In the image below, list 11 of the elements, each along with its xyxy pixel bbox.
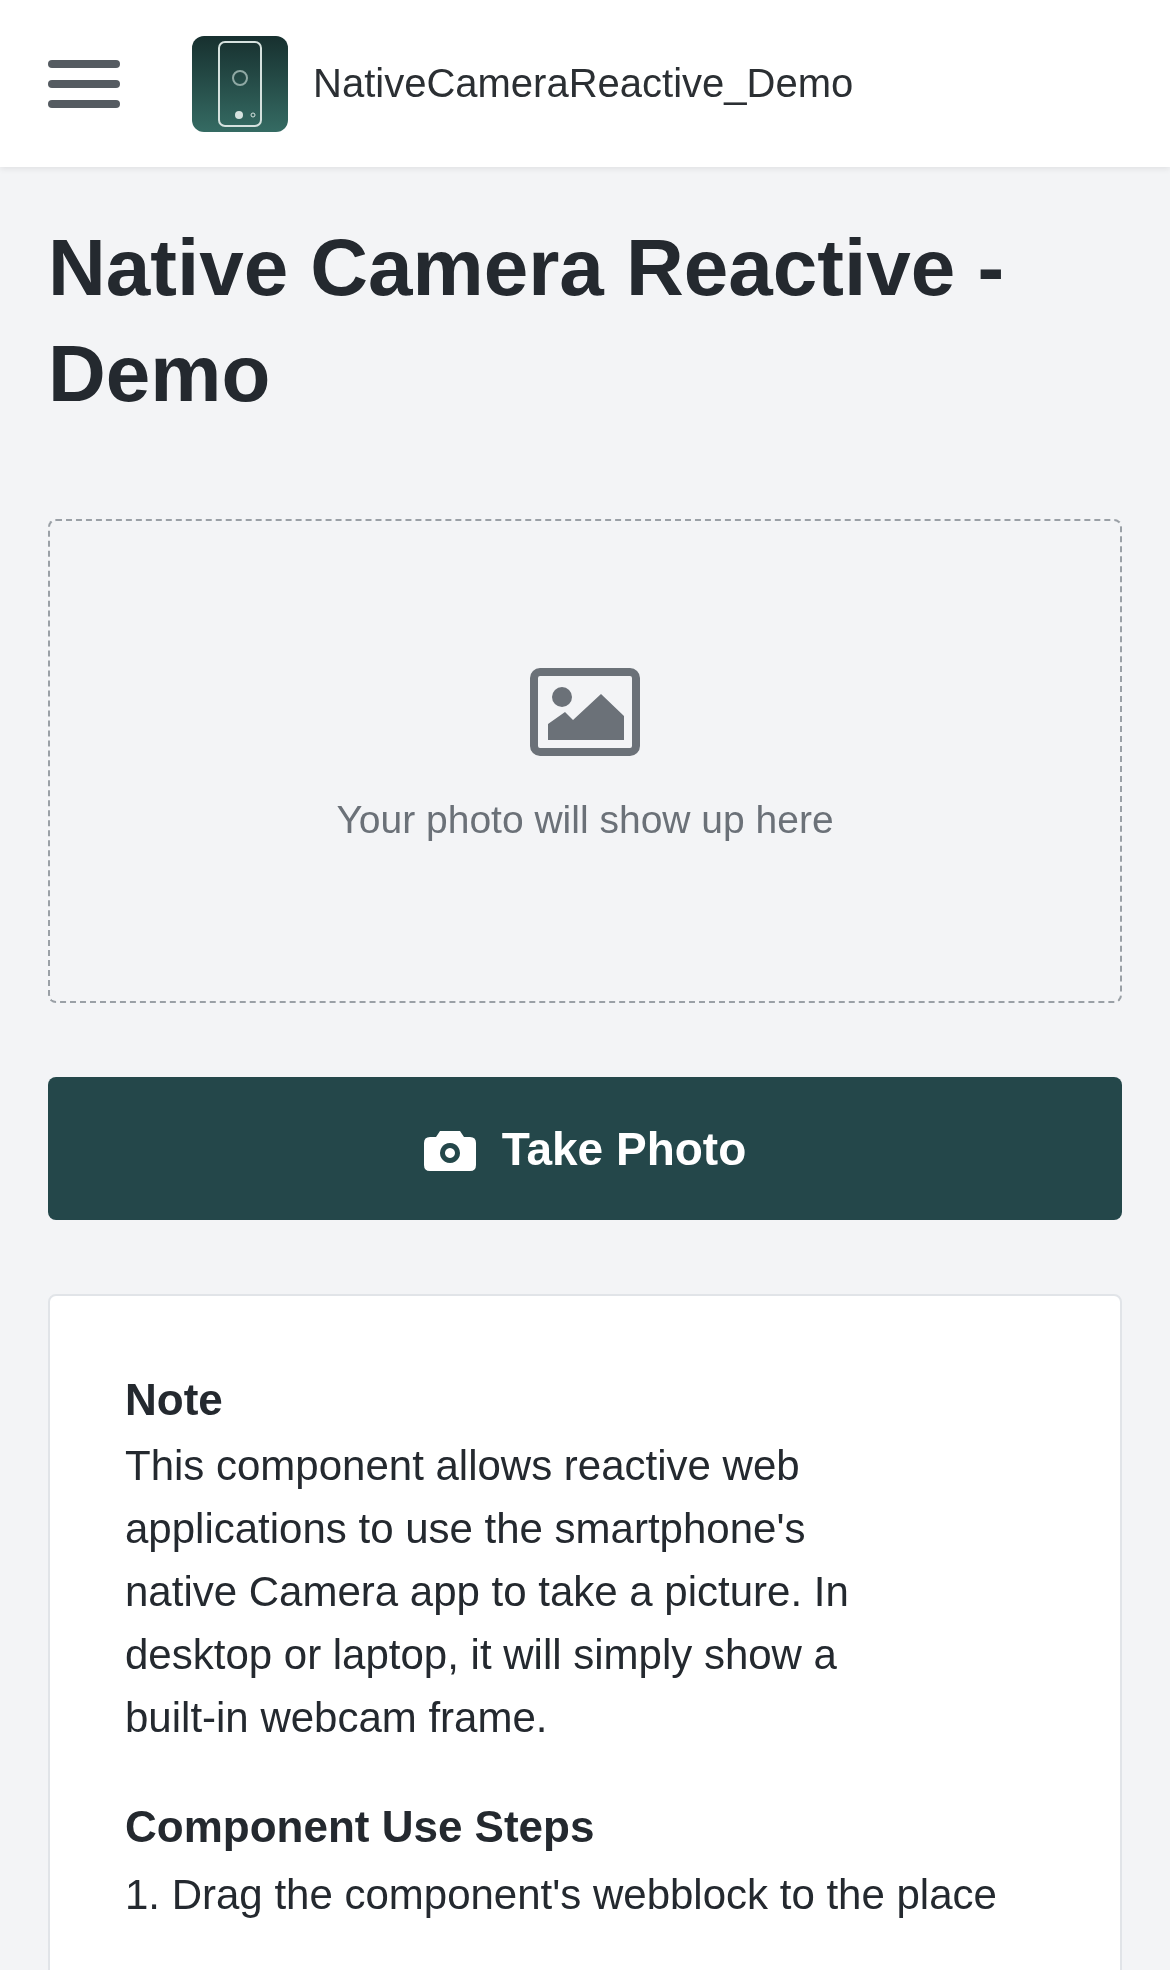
page-title: Native Camera Reactive - Demo [48, 222, 1006, 420]
app-name: NativeCameraReactive_Demo [313, 61, 854, 106]
phone-app-icon [192, 35, 288, 132]
steps-heading: Component Use Steps [125, 1801, 596, 1853]
menu-icon[interactable] [48, 57, 120, 110]
image-icon [530, 668, 640, 756]
placeholder-text: Your photo will show up here [336, 798, 834, 842]
note-text: This component allows reactive web applications to use the smartphone's native Camera app to take a picture. In desktop or laptop, it will simply show a built-in webcam frame. [125, 1441, 850, 1743]
take-photo-button[interactable]: Take Photo [48, 1077, 1122, 1220]
note-heading: Note [125, 1374, 224, 1426]
step-text: 1. Drag the component's webblock to the place [125, 1870, 998, 1920]
